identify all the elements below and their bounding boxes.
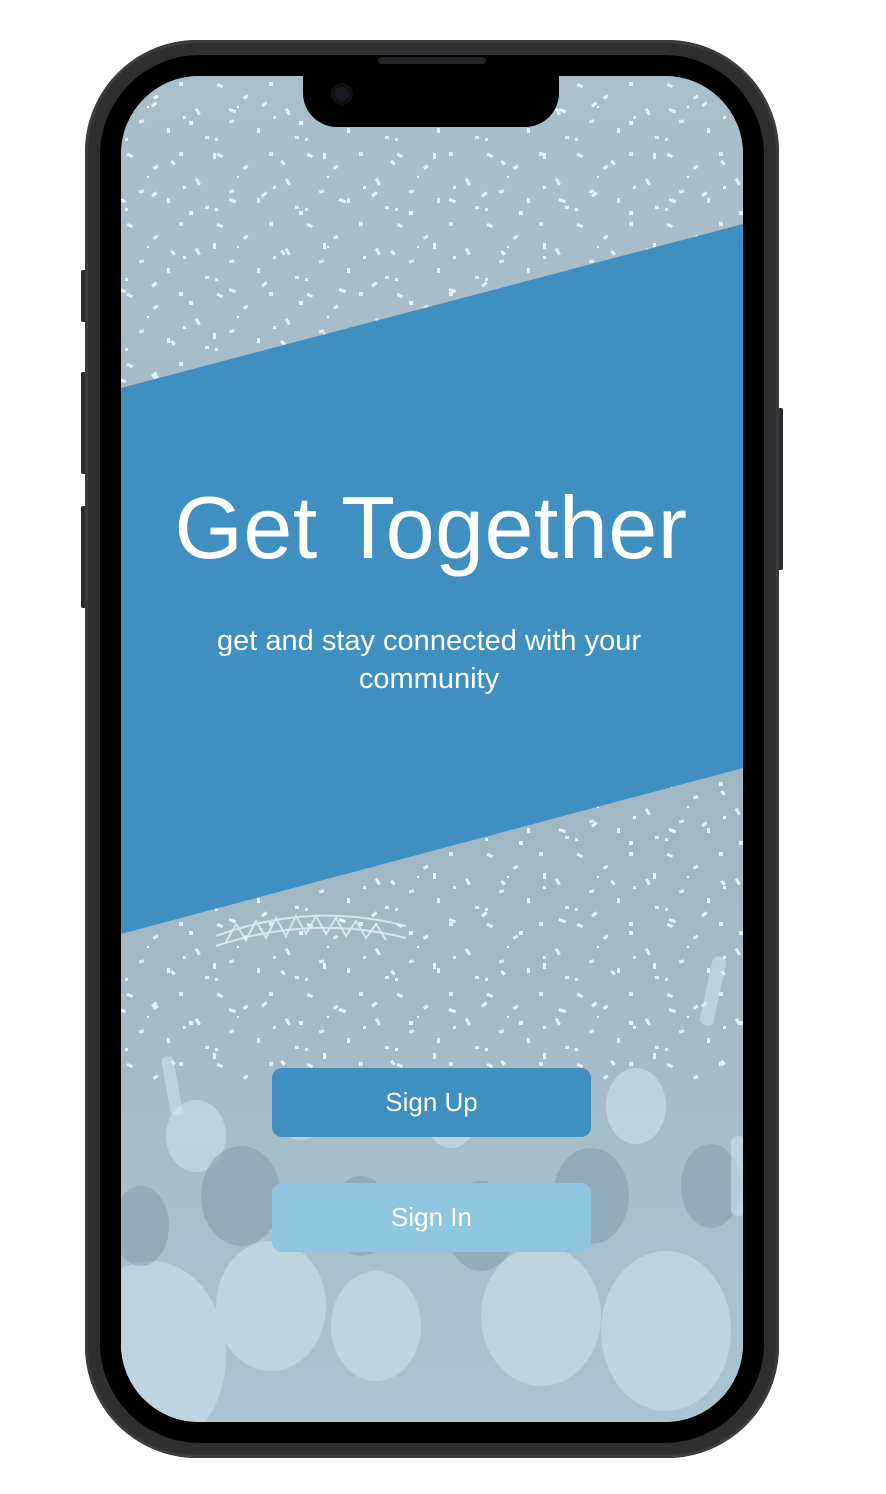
sign-in-button[interactable]: Sign In	[272, 1183, 591, 1252]
app-title: Get Together	[174, 478, 688, 577]
front-camera-icon	[331, 83, 353, 105]
device-mockup: Get Together get and stay connected with…	[0, 0, 886, 1494]
sign-up-button[interactable]: Sign Up	[272, 1068, 591, 1137]
earpiece-speaker	[378, 57, 486, 64]
app-subtitle: get and stay connected with your communi…	[217, 625, 641, 695]
